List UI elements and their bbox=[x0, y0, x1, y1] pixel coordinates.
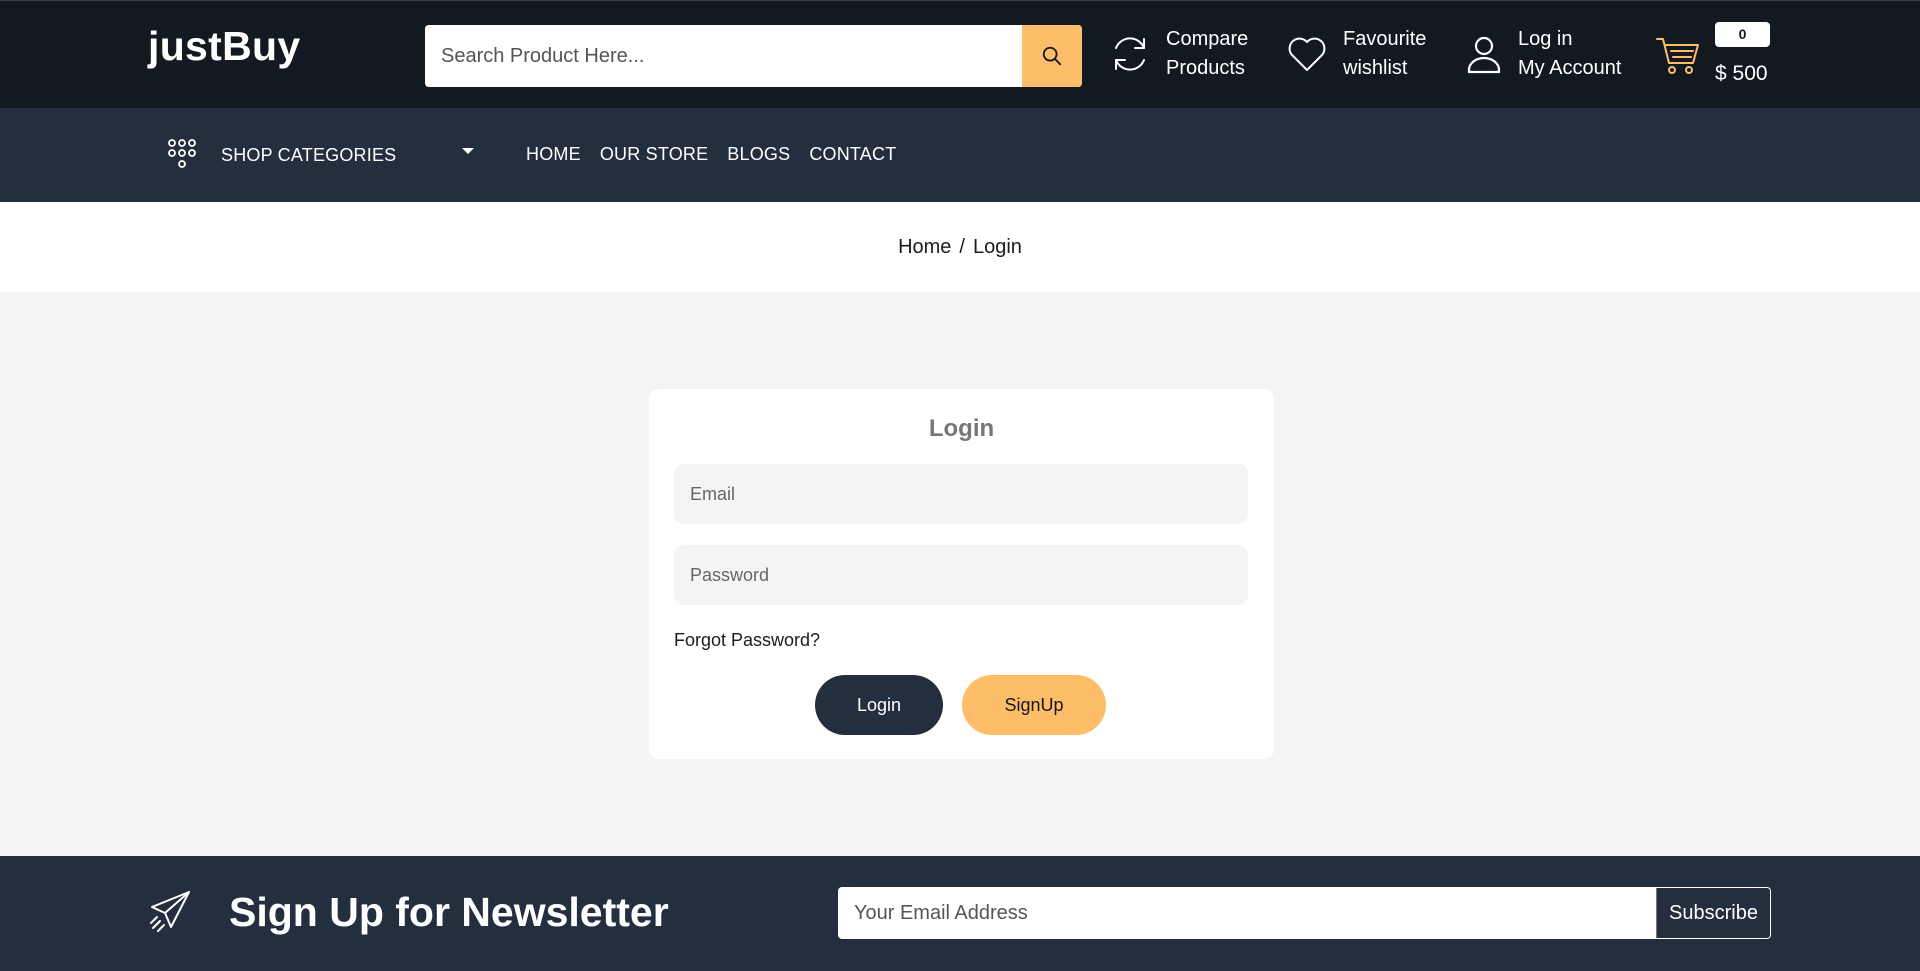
nav-bar: SHOP CATEGORIES HOME OUR STORE BLOGS CON… bbox=[0, 108, 1920, 202]
main-menu: HOME OUR STORE BLOGS CONTACT bbox=[526, 144, 896, 165]
breadcrumb-current: Login bbox=[972, 235, 1022, 258]
search-button[interactable] bbox=[1022, 25, 1082, 87]
breadcrumb-home[interactable]: Home bbox=[898, 236, 951, 259]
newsletter-email-input[interactable] bbox=[839, 888, 1656, 938]
search-icon bbox=[1042, 46, 1062, 66]
top-header: justBuy Compare Products Favourite wishl… bbox=[0, 0, 1920, 108]
menu-blogs[interactable]: BLOGS bbox=[727, 144, 790, 165]
menu-contact[interactable]: CONTACT bbox=[809, 144, 896, 165]
search-box bbox=[425, 25, 1082, 87]
site-logo[interactable]: justBuy bbox=[148, 23, 300, 70]
wishlist-line1: Favourite bbox=[1343, 28, 1427, 50]
subscribe-button[interactable]: Subscribe bbox=[1656, 888, 1770, 938]
search-input[interactable] bbox=[425, 25, 1022, 87]
caret-down-icon bbox=[462, 148, 474, 154]
login-card: Login Forgot Password? Login SignUp bbox=[649, 389, 1274, 759]
newsletter-section: Sign Up for Newsletter Subscribe bbox=[0, 856, 1920, 971]
cart-count-badge: 0 bbox=[1715, 22, 1770, 47]
account-line2: My Account bbox=[1518, 57, 1622, 79]
menu-our-store[interactable]: OUR STORE bbox=[600, 144, 708, 165]
grid-icon bbox=[168, 139, 196, 168]
compare-icon bbox=[1115, 37, 1145, 71]
cart-link[interactable]: 0 $ 500 bbox=[1655, 21, 1775, 91]
compare-line1: Compare bbox=[1166, 28, 1249, 50]
newsletter-form: Subscribe bbox=[838, 887, 1771, 939]
breadcrumb: Home / Login bbox=[0, 202, 1920, 292]
cart-icon bbox=[1656, 38, 1699, 74]
user-icon bbox=[1467, 36, 1501, 74]
shop-categories-dropdown[interactable]: SHOP CATEGORIES bbox=[167, 138, 474, 172]
heart-icon bbox=[1288, 37, 1326, 71]
signup-button[interactable]: SignUp bbox=[962, 675, 1106, 735]
account-link[interactable]: Log in My Account bbox=[1464, 25, 1621, 83]
newsletter-title: Sign Up for Newsletter bbox=[229, 889, 669, 935]
shop-categories-label: SHOP CATEGORIES bbox=[221, 144, 397, 165]
menu-home[interactable]: HOME bbox=[526, 144, 581, 165]
account-line1: Log in bbox=[1518, 28, 1573, 50]
password-field[interactable] bbox=[674, 545, 1248, 605]
forgot-password-link[interactable]: Forgot Password? bbox=[674, 630, 820, 651]
wishlist-line2: wishlist bbox=[1343, 57, 1408, 79]
wishlist-link[interactable]: Favourite wishlist bbox=[1285, 25, 1426, 83]
login-button[interactable]: Login bbox=[815, 675, 943, 735]
paper-plane-icon bbox=[150, 891, 190, 932]
login-title: Login bbox=[928, 415, 995, 442]
compare-products-link[interactable]: Compare Products bbox=[1108, 25, 1248, 83]
cart-total: $ 500 bbox=[1715, 62, 1768, 85]
breadcrumb-separator: / bbox=[959, 235, 965, 258]
email-field[interactable] bbox=[674, 464, 1248, 524]
compare-line2: Products bbox=[1166, 57, 1245, 79]
